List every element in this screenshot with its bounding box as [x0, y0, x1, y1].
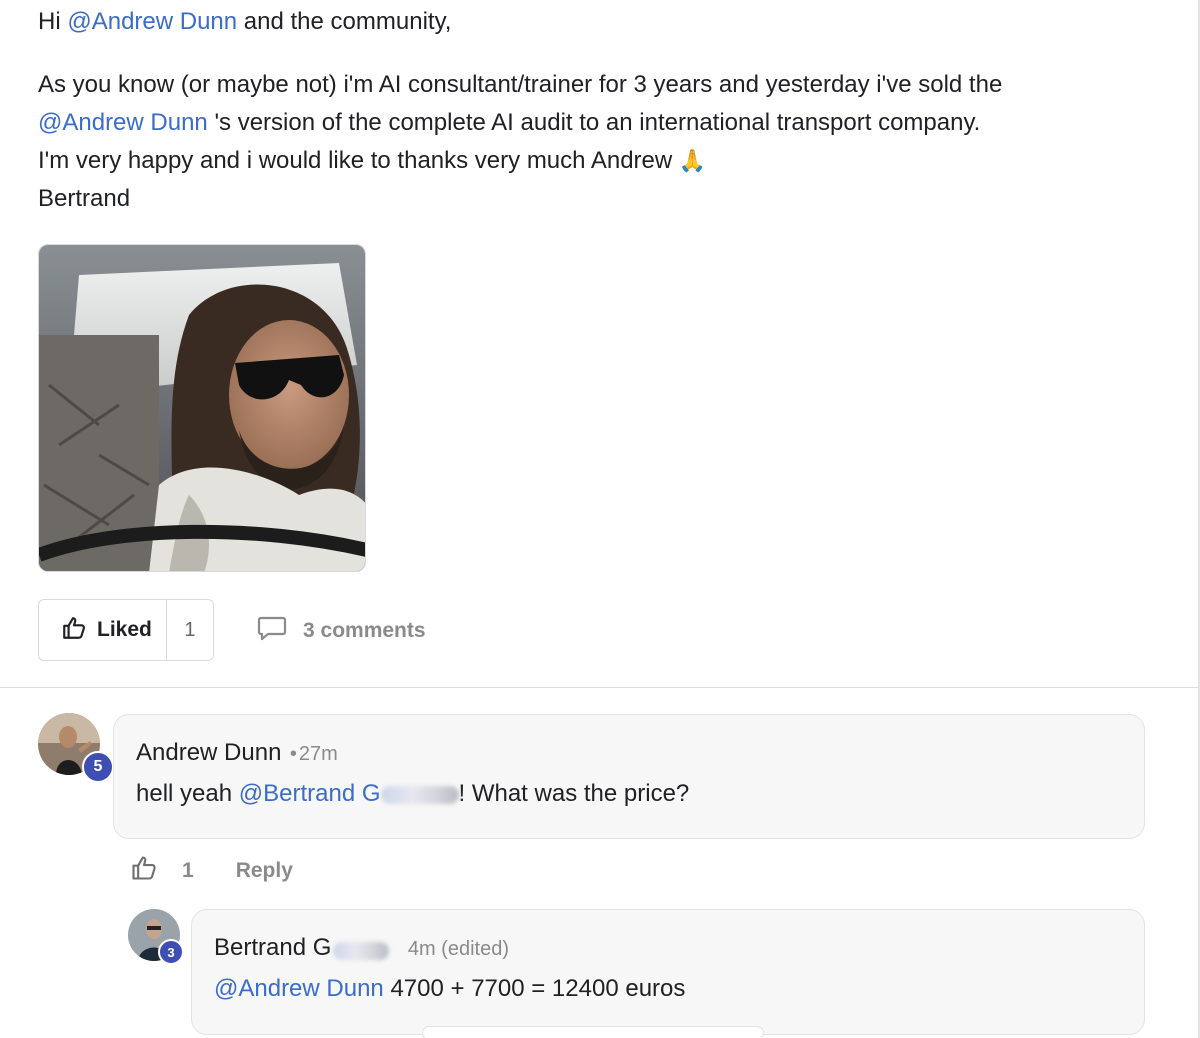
redacted-name	[333, 941, 390, 960]
reply-header: Bertrand G 4m (edited)	[214, 934, 509, 962]
reply-text-suffix: 4700 + 7700 = 12400 euros	[383, 975, 686, 1002]
post-line-1: As you know (or maybe not) i'm AI consul…	[38, 71, 1003, 98]
level-badge: 3	[158, 939, 184, 965]
reply-author[interactable]: Bertrand G	[214, 934, 331, 961]
comment-time: 27m	[298, 743, 338, 765]
comment-like-count: 1	[182, 859, 194, 882]
reply-input-peek	[422, 1026, 764, 1038]
reply-time: 4m (edited)	[407, 938, 509, 960]
like-control: Liked 1	[38, 599, 214, 661]
comment-text-prefix: hell yeah	[136, 780, 239, 807]
greeting-suffix: and the community,	[237, 8, 452, 35]
avatar-andrew-dunn[interactable]: 5	[38, 713, 114, 783]
divider	[0, 687, 1198, 688]
comments-link[interactable]: 3 comments	[257, 614, 426, 648]
greeting-text: Hi	[38, 8, 68, 35]
mention-andrew-dunn-2[interactable]: @Andrew Dunn	[38, 109, 208, 136]
redacted-name	[380, 785, 459, 804]
like-label: Liked	[97, 618, 152, 641]
post-page: Hi @Andrew Dunn and the community, As yo…	[0, 0, 1200, 1038]
reply-bubble: Bertrand G 4m (edited) @Andrew Dunn 4700…	[191, 909, 1145, 1038]
post-line-2-text: 's version of the complete AI audit to a…	[207, 109, 981, 136]
post-line-2: @Andrew Dunn 's version of the complete …	[38, 104, 1148, 142]
like-button[interactable]: Liked	[39, 600, 167, 660]
reply-button[interactable]: Reply	[236, 859, 293, 883]
thumbs-up-icon[interactable]	[130, 854, 158, 888]
meta-separator: •	[289, 743, 297, 765]
praying-hands-icon: 🙏	[678, 148, 707, 173]
mention-andrew-dunn-3[interactable]: @Andrew Dunn	[214, 975, 384, 1002]
speech-bubble-icon	[257, 614, 287, 648]
comment-actions: 1 Reply	[130, 854, 293, 888]
comment-text-suffix: ! What was the price?	[458, 780, 690, 807]
avatar-bertrand[interactable]: 3	[128, 909, 184, 965]
mention-andrew-dunn[interactable]: @Andrew Dunn	[67, 8, 237, 35]
post-signature: Bertrand	[38, 185, 131, 212]
man-in-car-image	[39, 245, 365, 571]
like-count[interactable]: 1	[167, 619, 213, 642]
comment-author[interactable]: Andrew Dunn	[136, 739, 281, 766]
comments-count-label: 3 comments	[303, 619, 426, 642]
post-main-text: As you know (or maybe not) i'm AI consul…	[38, 66, 1148, 218]
post-image[interactable]	[38, 244, 366, 572]
post-greeting: Hi @Andrew Dunn and the community,	[38, 3, 451, 41]
mention-bertrand[interactable]: @Bertrand G	[239, 780, 381, 807]
post-line-3-text: I'm very happy and i would like to thank…	[38, 147, 673, 174]
comment-text: hell yeah @Bertrand G ! What was the pric…	[136, 780, 689, 808]
level-badge: 5	[82, 751, 114, 783]
comment-header: Andrew Dunn • 27m	[136, 739, 338, 767]
comment-bubble: Andrew Dunn • 27m hell yeah @Bertrand G ! …	[113, 714, 1145, 839]
reply-text: @Andrew Dunn 4700 + 7700 = 12400 euros	[214, 975, 685, 1003]
post-line-3: I'm very happy and i would like to thank…	[38, 142, 1148, 180]
thumbs-up-icon	[61, 615, 87, 646]
